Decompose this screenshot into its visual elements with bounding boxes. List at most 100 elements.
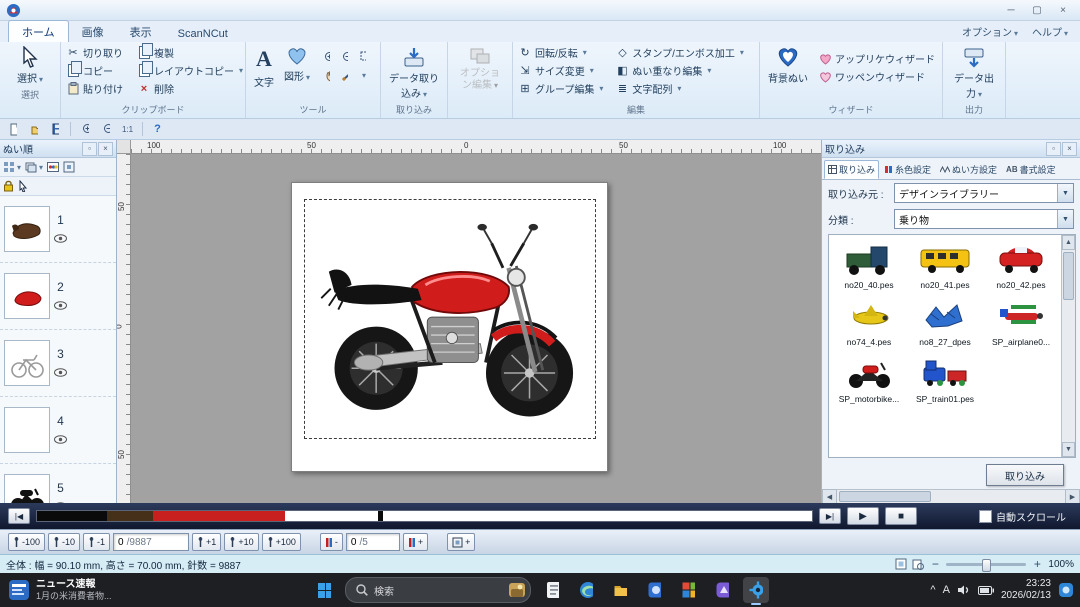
frame-display-button[interactable] — [62, 159, 76, 175]
sew-order-item[interactable]: 1 — [0, 196, 116, 263]
tool-options-dropdown[interactable]: ▾ — [354, 66, 372, 84]
scroll-left-icon[interactable]: ◀ — [822, 489, 837, 504]
visibility-toggle[interactable] — [54, 365, 67, 380]
visibility-toggle[interactable] — [54, 432, 67, 447]
notification-icon[interactable] — [1058, 582, 1074, 598]
stitch-back-10-button[interactable]: -10 — [48, 533, 80, 551]
stitch-forward-1-button[interactable]: +1 — [192, 533, 221, 551]
zoom-slider-thumb[interactable] — [982, 559, 991, 572]
play-button[interactable]: ▶ — [847, 507, 879, 525]
applique-wizard-button[interactable]: アップリケウィザード — [817, 50, 937, 67]
zoom-in-button[interactable] — [76, 121, 95, 138]
zoom-out-minus[interactable]: − — [929, 557, 941, 571]
go-to-end-button[interactable]: ▶| — [819, 508, 841, 524]
zoom-out-button[interactable] — [336, 48, 354, 66]
library-item[interactable]: SP_airplane0... — [983, 296, 1059, 347]
taskbar-app-icon-light[interactable] — [539, 577, 565, 603]
taskbar-app-icon-violet[interactable] — [709, 577, 735, 603]
news-widget[interactable]: ニュース速報 1月の米消費者物... — [8, 579, 112, 601]
color-forward-button[interactable]: + — [403, 533, 428, 551]
stitch-counter-field[interactable]: 0 /9887 — [113, 533, 189, 551]
library-item[interactable]: no20_41.pes — [907, 239, 983, 290]
cut-button[interactable]: ✂切り取り — [64, 44, 125, 61]
text-array-button[interactable]: ≣文字配列▾ — [613, 80, 746, 97]
library-horizontal-scrollbar[interactable]: ◀ ▶ — [822, 489, 1080, 503]
stitch-back-100-button[interactable]: -100 — [8, 533, 45, 551]
zoom-actual-button[interactable]: 1:1 — [118, 121, 137, 138]
tray-chevron-icon[interactable]: ^ — [930, 584, 935, 596]
layout-copy-button[interactable]: レイアウトコピー▾ — [135, 62, 245, 79]
copy-button[interactable]: コピー — [64, 62, 125, 79]
frame-forward-button[interactable]: + — [447, 533, 475, 551]
scroll-up-icon[interactable]: ▲ — [1062, 235, 1075, 250]
scrollbar-thumb[interactable] — [1063, 252, 1074, 300]
dropdown-arrow-icon[interactable]: ▼ — [1057, 210, 1073, 228]
duplicate-button[interactable]: 複製 — [135, 44, 245, 61]
design-page[interactable] — [291, 182, 608, 472]
edge-browser-icon[interactable] — [573, 577, 599, 603]
dropdown-arrow-icon[interactable]: ▼ — [1057, 184, 1073, 202]
tab-image[interactable]: 画像 — [69, 21, 117, 42]
lock-button[interactable] — [2, 178, 15, 194]
sew-order-item[interactable]: 3 — [0, 330, 116, 397]
taskbar-clock[interactable]: 23:23 2026/02/13 — [1001, 578, 1051, 602]
zoom-in-button[interactable] — [318, 48, 336, 66]
tab-thread-color[interactable]: 糸色設定 — [880, 160, 935, 179]
pan-hand-button[interactable] — [318, 66, 336, 84]
options-menu[interactable]: オプション▾ — [962, 24, 1018, 39]
minimize-button[interactable]: ─ — [998, 2, 1024, 18]
library-item[interactable]: SP_motorbike... — [831, 353, 907, 404]
sew-order-item[interactable]: 4 — [0, 397, 116, 464]
library-item[interactable]: no20_42.pes — [983, 239, 1059, 290]
zoom-page-icon[interactable] — [912, 558, 924, 570]
selection-marquee[interactable] — [304, 199, 596, 439]
color-display-button[interactable] — [46, 159, 60, 175]
tab-scanncut[interactable]: ScanNCut — [165, 25, 241, 42]
stop-button[interactable]: ■ — [885, 507, 917, 525]
text-tool-button[interactable]: A 文字 — [249, 44, 279, 91]
panel-pin-button[interactable]: ▫ — [1046, 142, 1061, 156]
close-button[interactable]: × — [1050, 2, 1076, 18]
patch-wizard-button[interactable]: ワッペンウィザード — [817, 68, 937, 85]
visibility-toggle[interactable] — [54, 231, 67, 246]
source-select[interactable]: デザインライブラリー ▼ — [894, 183, 1074, 203]
zoom-slider[interactable] — [946, 563, 1026, 566]
progress-bar[interactable] — [36, 510, 813, 522]
tab-view[interactable]: 表示 — [117, 21, 165, 42]
taskbar-app-icon-blue[interactable] — [641, 577, 667, 603]
battery-icon[interactable] — [978, 586, 994, 595]
import-button[interactable]: 取り込み — [986, 464, 1064, 486]
shape-tool-button[interactable]: 図形▾ — [279, 44, 315, 85]
file-explorer-icon[interactable] — [607, 577, 633, 603]
category-select[interactable]: 乗り物 ▼ — [894, 209, 1074, 229]
fit-page-icon[interactable] — [895, 558, 907, 570]
panel-close-button[interactable]: × — [98, 142, 113, 156]
taskbar-search[interactable]: 検索 — [345, 577, 531, 603]
library-vertical-scrollbar[interactable]: ▲ ▼ — [1061, 235, 1075, 457]
zoom-select-button[interactable] — [354, 48, 372, 66]
help-menu[interactable]: ヘルプ▾ — [1032, 24, 1068, 39]
thumbnail-size-button[interactable]: ▾ — [2, 159, 22, 175]
scroll-down-icon[interactable]: ▼ — [1062, 442, 1075, 457]
stitch-forward-10-button[interactable]: +10 — [224, 533, 258, 551]
stitch-forward-100-button[interactable]: +100 — [262, 533, 301, 551]
delete-button[interactable]: ×削除 — [135, 80, 245, 97]
ime-indicator[interactable]: A — [943, 584, 950, 596]
visibility-toggle[interactable] — [54, 298, 67, 313]
auto-scroll-checkbox[interactable] — [979, 510, 992, 523]
volume-icon[interactable] — [957, 584, 971, 596]
scrollbar-thumb[interactable] — [839, 491, 931, 502]
stitch-back-1-button[interactable]: -1 — [83, 533, 110, 551]
taskbar-app-icon-multi[interactable] — [675, 577, 701, 603]
sew-order-item[interactable]: 5 — [0, 464, 116, 503]
tab-home[interactable]: ホーム — [8, 20, 69, 42]
help-button[interactable]: ? — [148, 121, 167, 138]
new-file-button[interactable] — [4, 121, 23, 138]
option-edit-button[interactable]: オプション編集▾ — [451, 44, 509, 93]
color-counter-field[interactable]: 0 /5 — [346, 533, 400, 551]
overlap-edit-button[interactable]: ◧ぬい重なり編集▾ — [613, 62, 746, 79]
motorcycle-design[interactable] — [308, 204, 592, 434]
library-item[interactable]: no8_27_dpes — [907, 296, 983, 347]
scroll-right-icon[interactable]: ▶ — [1065, 489, 1080, 504]
paste-button[interactable]: 貼り付け — [64, 80, 125, 97]
